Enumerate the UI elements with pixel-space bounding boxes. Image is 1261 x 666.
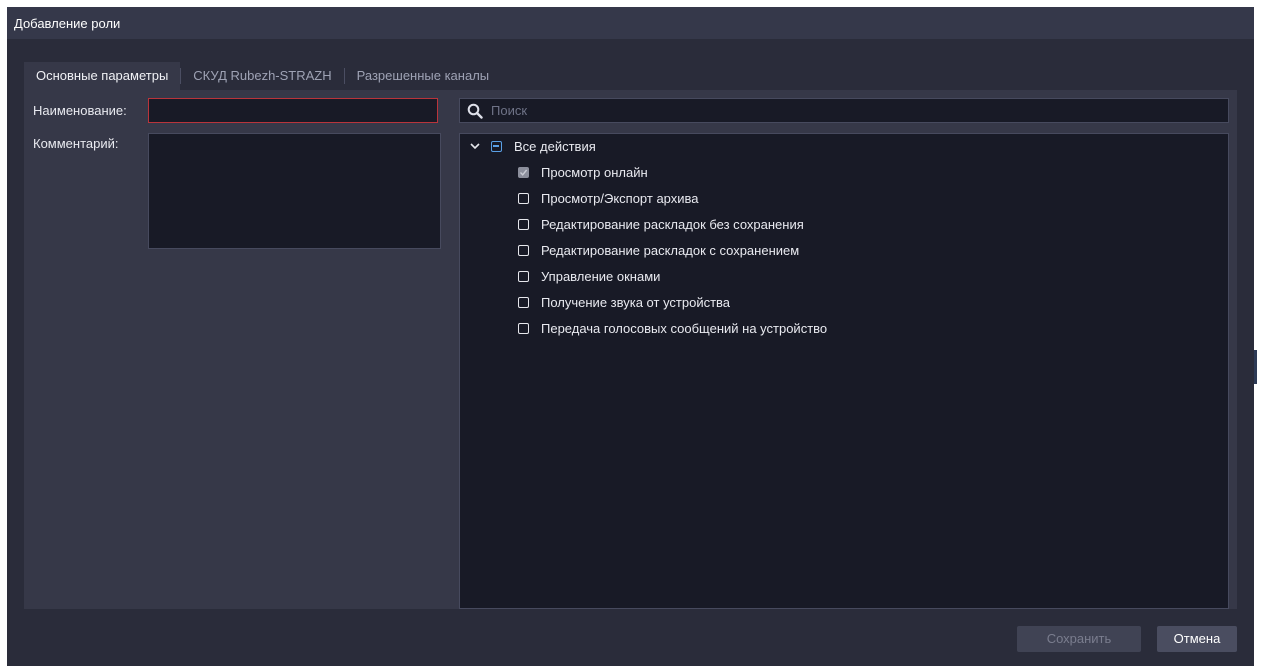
tree-item[interactable]: Управление окнами [518,266,660,286]
window-edge-handle [1254,350,1257,384]
search-box[interactable] [459,98,1229,123]
tree-item[interactable]: Получение звука от устройства [518,292,730,312]
item-checkbox[interactable] [518,192,529,204]
cancel-button[interactable]: Отмена [1157,626,1237,652]
comment-textarea[interactable] [148,133,441,249]
tree-item-label: Редактирование раскладок без сохранения [541,216,804,232]
item-checkbox[interactable] [518,218,529,230]
name-label: Наименование: [33,103,127,118]
tree-item-label: Редактирование раскладок с сохранением [541,242,800,258]
tab-basic-parameters[interactable]: Основные параметры [24,62,181,90]
name-input[interactable] [148,98,438,123]
item-checkbox[interactable] [518,322,529,334]
item-checkbox [518,166,529,178]
tab-allowed-channels[interactable]: Разрешенные каналы [345,62,502,90]
add-role-dialog: Добавление роли Основные параметры СКУД … [7,7,1254,666]
save-button[interactable]: Сохранить [1017,626,1141,652]
permissions-tree: Все действия Просмотр онлайн Просмотр/Эк… [459,133,1229,609]
search-input[interactable] [487,99,1225,122]
tab-bar: Основные параметры СКУД Rubezh-STRAZH Ра… [24,62,501,90]
title-bar[interactable]: Добавление роли [7,7,1254,39]
tree-item[interactable]: Просмотр онлайн [518,162,648,182]
chevron-down-icon[interactable] [468,139,482,153]
item-checkbox[interactable] [518,270,529,282]
root-checkbox[interactable] [491,140,502,152]
tree-root-label: Все действия [514,138,596,154]
tree-item[interactable]: Передача голосовых сообщений на устройст… [518,318,827,338]
tree-item-label: Просмотр онлайн [541,164,648,180]
tab-content-panel: Наименование: Комментарий: Все действия [24,90,1237,609]
tree-item-label: Получение звука от устройства [541,294,731,310]
tree-item[interactable]: Редактирование раскладок без сохранения [518,214,804,234]
tree-item[interactable]: Просмотр/Экспорт архива [518,188,699,208]
tree-item-label: Передача голосовых сообщений на устройст… [541,320,828,336]
tree-root-row[interactable]: Все действия [468,136,596,156]
comment-label: Комментарий: [33,136,119,151]
search-icon [467,103,483,119]
tree-item-label: Просмотр/Экспорт архива [541,190,699,206]
tree-item[interactable]: Редактирование раскладок с сохранением [518,240,799,260]
item-checkbox[interactable] [518,244,529,256]
item-checkbox[interactable] [518,296,529,308]
tab-access-control[interactable]: СКУД Rubezh-STRAZH [181,62,343,90]
tree-item-label: Управление окнами [541,268,661,284]
dialog-title: Добавление роли [14,16,121,31]
